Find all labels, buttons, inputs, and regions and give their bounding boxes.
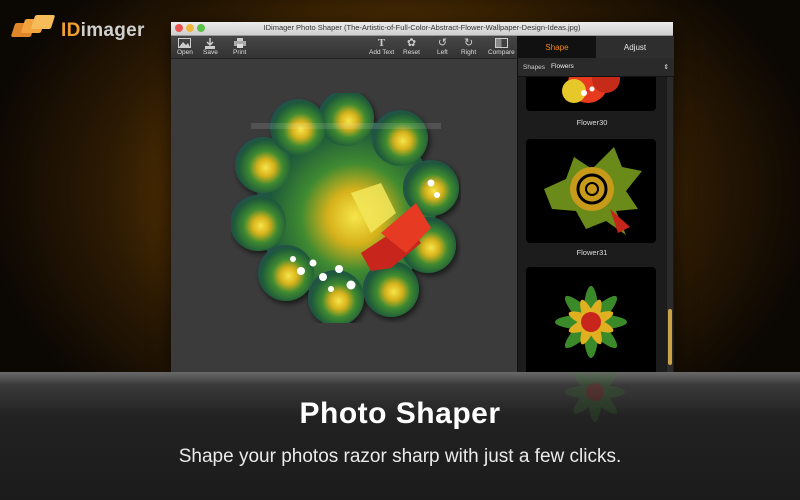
app-window: IDimager Photo Shaper (The-Artistic-of-F… [171,22,674,372]
caption-title: Photo Shaper [299,397,501,430]
download-icon [204,37,216,49]
rotate-right-icon: ↻ [463,37,474,49]
open-button[interactable]: Open [177,37,193,57]
rotate-right-button[interactable]: ↻ Right [461,37,476,57]
caption-band [0,372,800,500]
reset-button[interactable]: ✿ Reset [403,37,420,57]
shapes-filter: Shapes Flowers ⇕ [518,58,674,77]
select-arrows-icon: ⇕ [663,64,669,71]
reset-icon: ✿ [406,37,417,49]
shape-thumb[interactable] [526,77,656,111]
star-flower-shape-icon [555,286,627,358]
add-text-button[interactable]: T Add Text [369,37,394,57]
save-button[interactable]: Save [203,37,218,57]
shape-label: Flower31 [576,248,608,257]
compare-button[interactable]: Compare [488,37,515,57]
rose-shape-icon [544,147,642,235]
rotate-left-icon: ↺ [437,37,448,49]
shapes-dropdown[interactable]: Flowers ⇕ [551,63,669,71]
idimager-logo-icon [10,15,57,41]
brand-name: IDimager [61,20,145,41]
panel-tabs: Shape Adjust [518,36,674,58]
rotate-left-button[interactable]: ↺ Left [437,37,448,57]
shape-label: Flower30 [576,118,608,127]
flower-shape-icon [562,77,620,103]
shape-thumb[interactable] [526,139,656,243]
shape-thumb[interactable] [526,267,656,372]
picture-icon [178,37,192,49]
side-panel: Shape Adjust Shapes Flowers ⇕ Flower30 F… [517,36,674,372]
printer-icon [233,37,246,49]
window-title: IDimager Photo Shaper (The-Artistic-of-F… [263,23,581,32]
tab-adjust[interactable]: Adjust [596,36,674,58]
shapes-selected: Flowers [551,63,574,70]
brand: IDimager [10,14,145,42]
shaped-photo[interactable] [231,93,461,323]
shape-list-scrollbar[interactable] [667,77,673,372]
toolbar: Open Save Print T Add Text ✿ Reset ↺ Lef… [171,36,517,59]
shape-list: Flower30 Flower31 [518,77,666,372]
text-icon: T [377,37,386,49]
scrollbar-thumb[interactable] [668,309,672,365]
shapes-label: Shapes [523,63,546,71]
title-bar: IDimager Photo Shaper (The-Artistic-of-F… [171,22,673,36]
compare-icon [494,37,508,49]
image-canvas[interactable] [171,59,517,372]
caption-subtitle: Shape your photos razor sharp with just … [178,446,622,467]
print-button[interactable]: Print [233,37,246,57]
tab-shape[interactable]: Shape [518,36,596,58]
